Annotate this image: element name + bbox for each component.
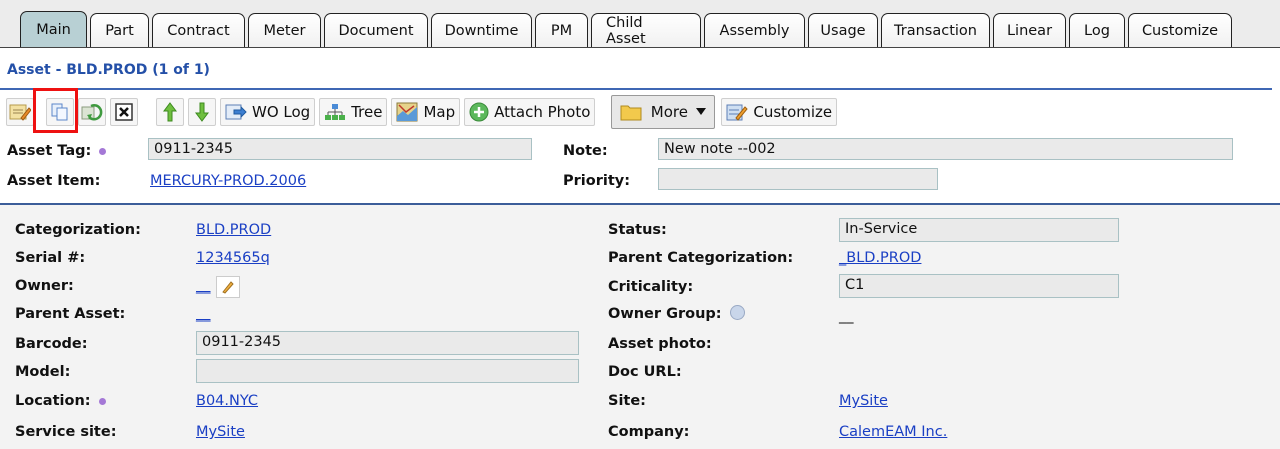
tree-icon	[325, 104, 346, 120]
status-field[interactable]: In-Service	[839, 218, 1119, 242]
tab-assembly[interactable]: Assembly	[704, 13, 805, 47]
required-dot-icon	[99, 147, 107, 155]
model-label: Model:	[15, 364, 71, 380]
tab-contract[interactable]: Contract	[152, 13, 245, 47]
required-dot-icon	[98, 397, 106, 405]
tab-transaction[interactable]: Transaction	[881, 13, 990, 47]
tab-baseline	[0, 47, 1280, 48]
parent-categorization-label: Parent Categorization:	[608, 250, 794, 266]
tab-pm[interactable]: PM	[535, 13, 588, 47]
info-icon[interactable]	[729, 304, 745, 320]
customize-button[interactable]: Customize	[721, 98, 838, 126]
attach-photo-label: Attach Photo	[494, 103, 591, 121]
move-up-button[interactable]	[156, 98, 184, 126]
owner-group-label: Owner Group:	[608, 304, 745, 322]
folder-icon	[620, 105, 642, 121]
asset-photo-label: Asset photo:	[608, 336, 712, 352]
map-label: Map	[423, 103, 456, 121]
tab-linear[interactable]: Linear	[993, 13, 1066, 47]
map-icon	[396, 102, 418, 122]
service-site-label: Service site:	[15, 424, 117, 440]
chevron-down-icon	[696, 108, 707, 115]
move-down-button[interactable]	[188, 98, 216, 126]
serial-link[interactable]: 1234565q	[196, 250, 270, 266]
toolbar: WO Log Tree Map Attach Photo More Custom…	[6, 95, 841, 129]
owner-label: Owner:	[15, 278, 74, 294]
arrow-down-icon	[195, 102, 209, 122]
asset-item-link[interactable]: MERCURY-PROD.2006	[150, 173, 306, 189]
asset-item-label: Asset Item:	[7, 173, 101, 189]
priority-field[interactable]	[658, 168, 938, 190]
tab-document[interactable]: Document	[324, 13, 428, 47]
attach-photo-button[interactable]: Attach Photo	[464, 98, 596, 126]
status-label: Status:	[608, 222, 667, 238]
parent-asset-link[interactable]: __	[196, 306, 211, 322]
service-site-link[interactable]: MySite	[196, 424, 245, 440]
categorization-link[interactable]: BLD.PROD	[196, 222, 271, 238]
tab-meter[interactable]: Meter	[248, 13, 321, 47]
wo-log-label: WO Log	[252, 103, 311, 121]
delete-button[interactable]	[110, 98, 138, 126]
page-title: Asset - BLD.PROD (1 of 1)	[7, 62, 210, 78]
tree-label: Tree	[351, 103, 383, 121]
edit-owner-button[interactable]	[216, 276, 240, 298]
company-link[interactable]: CalemEAM Inc.	[839, 424, 947, 440]
tab-usage[interactable]: Usage	[808, 13, 878, 47]
title-rule	[0, 88, 1272, 90]
customize-label: Customize	[753, 103, 833, 121]
edit-button[interactable]	[6, 98, 34, 126]
tab-list: Main Part Contract Meter Document Downti…	[20, 11, 1235, 47]
criticality-label: Criticality:	[608, 279, 694, 295]
refresh-button[interactable]	[78, 98, 106, 126]
priority-label: Priority:	[563, 173, 631, 189]
tab-downtime[interactable]: Downtime	[431, 13, 532, 47]
close-icon	[115, 103, 133, 121]
tree-button[interactable]: Tree	[319, 98, 388, 126]
tab-log[interactable]: Log	[1069, 13, 1125, 47]
doc-url-label: Doc URL:	[608, 364, 682, 380]
arrow-up-icon	[163, 102, 177, 122]
add-icon	[469, 102, 489, 122]
location-link[interactable]: B04.NYC	[196, 393, 258, 409]
criticality-field[interactable]: C1	[839, 274, 1119, 298]
more-dropdown[interactable]: More	[611, 95, 716, 129]
highlight-box	[33, 88, 78, 133]
tab-child-asset[interactable]: Child Asset	[591, 13, 701, 47]
wo-log-icon	[225, 104, 247, 120]
serial-label: Serial #:	[15, 250, 86, 266]
asset-tag-label: Asset Tag:	[7, 143, 107, 159]
parent-asset-label: Parent Asset:	[15, 306, 126, 322]
barcode-label: Barcode:	[15, 336, 88, 352]
note-label: Note:	[563, 143, 608, 159]
tab-part[interactable]: Part	[90, 13, 149, 47]
site-link[interactable]: MySite	[839, 393, 888, 409]
tab-customize[interactable]: Customize	[1128, 13, 1232, 47]
location-label: Location:	[15, 393, 106, 409]
map-button[interactable]: Map	[391, 98, 461, 126]
refresh-icon	[81, 104, 103, 121]
model-field[interactable]	[196, 359, 579, 383]
edit-icon	[9, 104, 31, 121]
parent-categorization-link[interactable]: _BLD.PROD	[839, 250, 921, 266]
more-label: More	[650, 103, 688, 121]
wo-log-button[interactable]: WO Log	[220, 98, 316, 126]
tab-main[interactable]: Main	[20, 11, 87, 47]
categorization-label: Categorization:	[15, 222, 141, 238]
customize-icon	[726, 104, 749, 121]
owner-group-value: __	[839, 308, 854, 324]
pencil-icon	[222, 281, 234, 294]
owner-link[interactable]: __	[196, 278, 211, 294]
tab-bar: Main Part Contract Meter Document Downti…	[0, 0, 1280, 48]
barcode-field[interactable]: 0911-2345	[196, 331, 579, 355]
site-label: Site:	[608, 393, 646, 409]
note-field[interactable]: New note --002	[658, 138, 1233, 160]
asset-tag-field[interactable]: 0911-2345	[148, 138, 532, 160]
company-label: Company:	[608, 424, 690, 440]
